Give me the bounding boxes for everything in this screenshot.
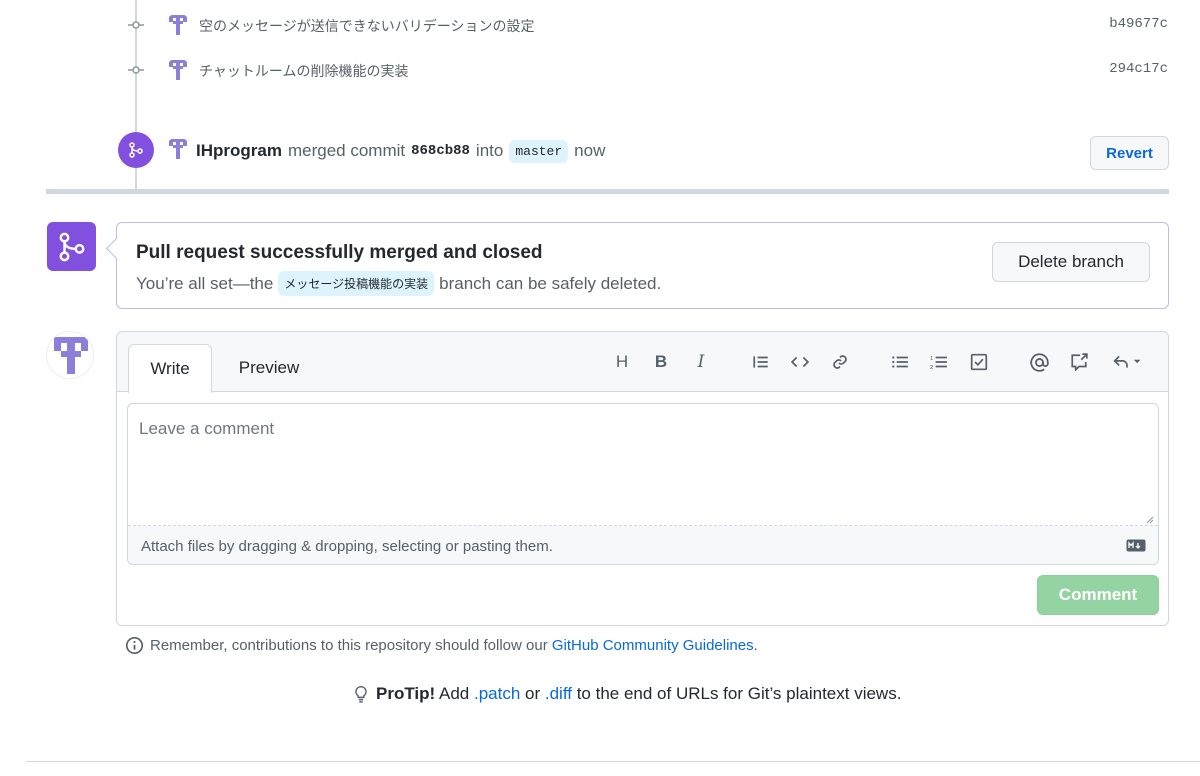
markdown-icon[interactable] — [1126, 539, 1146, 552]
saved-replies-icon[interactable] — [1107, 350, 1147, 374]
protip-text: Add — [438, 684, 470, 703]
comment-textarea[interactable]: Leave a comment Attach files by dragging… — [127, 403, 1159, 565]
merge-event: IHprogram merged commit 868cb88 into mas… — [166, 137, 1086, 165]
commit-row: チャットルームの削除機能の実装 294c17c — [0, 55, 1200, 85]
merged-title: Pull request successfully merged and clo… — [136, 242, 543, 263]
avatar[interactable] — [46, 331, 94, 379]
commit-message[interactable]: チャットルームの削除機能の実装 — [199, 61, 408, 81]
mention-icon[interactable] — [1027, 350, 1051, 374]
link-icon[interactable] — [828, 350, 852, 374]
merge-time[interactable]: now — [574, 141, 605, 161]
timeline-divider — [46, 189, 1169, 194]
guidelines-text: . — [753, 637, 758, 654]
merged-sub-text: branch can be safely deleted. — [439, 273, 662, 293]
numbered-list-icon[interactable]: 12 — [927, 350, 951, 374]
italic-icon[interactable]: I — [689, 350, 713, 374]
merged-notice: Pull request successfully merged and clo… — [116, 222, 1169, 309]
commit-message[interactable]: 空のメッセージが送信できないバリデーションの設定 — [199, 16, 534, 36]
comment-placeholder: Leave a comment — [139, 419, 275, 438]
patch-link[interactable]: .patch — [474, 684, 520, 703]
git-merge-icon — [59, 232, 84, 261]
commit-dot-icon — [128, 21, 144, 29]
tab-write[interactable]: Write — [128, 344, 212, 393]
merge-user-link[interactable]: IHprogram — [196, 141, 282, 161]
community-guidelines-link[interactable]: GitHub Community Guidelines — [552, 637, 754, 654]
resize-handle-icon[interactable] — [1144, 514, 1154, 524]
merge-badge — [118, 132, 154, 168]
merged-status-badge — [47, 222, 96, 271]
info-icon — [125, 636, 144, 655]
avatar[interactable] — [166, 58, 190, 82]
svg-text:1: 1 — [930, 356, 933, 362]
protip: ProTip! Add .patch or .diff to the end o… — [352, 684, 901, 704]
merge-text: into — [475, 141, 504, 160]
attach-files-hint[interactable]: Attach files by dragging & dropping, sel… — [141, 538, 553, 555]
branch-name[interactable]: master — [509, 139, 569, 163]
guidelines-notice: Remember, contributions to this reposito… — [125, 636, 758, 655]
identicon-icon — [169, 60, 187, 80]
merged-sub-text: You’re all set—the — [136, 273, 274, 293]
protip-text: to the end of URLs for Git’s plaintext v… — [576, 684, 902, 703]
light-bulb-icon — [355, 685, 367, 703]
guidelines-text: Remember, contributions to this reposito… — [150, 637, 548, 654]
commit-row: 空のメッセージが送信できないバリデーションの設定 b49677c — [0, 10, 1200, 40]
cross-reference-icon[interactable] — [1067, 350, 1091, 374]
branch-name[interactable]: メッセージ投稿機能の実装 — [278, 271, 435, 296]
protip-label: ProTip! — [376, 684, 436, 703]
bold-icon[interactable]: B — [649, 350, 673, 374]
protip-text: or — [525, 684, 541, 703]
code-icon[interactable] — [788, 350, 812, 374]
task-list-icon[interactable] — [967, 350, 991, 374]
identicon-icon — [54, 337, 88, 374]
tab-preview[interactable]: Preview — [227, 344, 311, 392]
revert-button[interactable]: Revert — [1090, 136, 1169, 170]
comment-toolbar: Write Preview H B I 12 — [117, 332, 1168, 393]
identicon-icon — [169, 15, 187, 35]
footer-divider — [26, 761, 1200, 762]
diff-link[interactable]: .diff — [545, 684, 572, 703]
git-merge-icon — [129, 142, 143, 158]
merge-commit-sha[interactable]: 868cb88 — [411, 143, 470, 159]
commit-sha[interactable]: b49677c — [1109, 16, 1168, 32]
commit-dot-icon — [128, 66, 144, 74]
heading-icon[interactable]: H — [610, 350, 634, 374]
merge-text: merged commit — [287, 141, 406, 160]
quote-icon[interactable] — [749, 350, 773, 374]
avatar[interactable] — [166, 13, 190, 37]
commit-sha[interactable]: 294c17c — [1109, 61, 1168, 77]
bulleted-list-icon[interactable] — [888, 350, 912, 374]
delete-branch-button[interactable]: Delete branch — [992, 242, 1150, 282]
merged-subtitle: You’re all set—the メッセージ投稿機能の実装 branch c… — [136, 271, 661, 296]
comment-submit-button[interactable]: Comment — [1037, 575, 1159, 615]
comment-form: Write Preview H B I 12 Leave a comment A… — [116, 331, 1169, 626]
svg-text:2: 2 — [930, 365, 933, 371]
